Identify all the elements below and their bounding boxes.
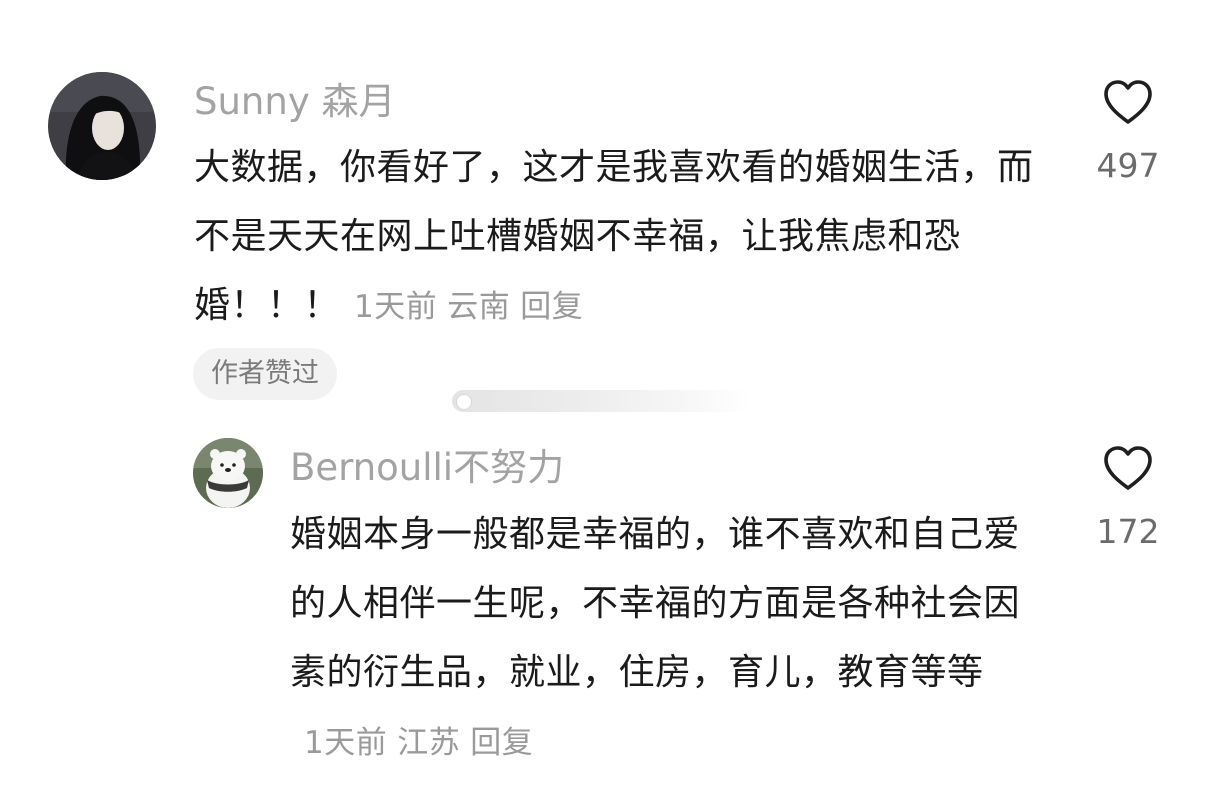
author-liked-badge: 作者赞过 xyxy=(193,348,337,400)
reply-item: Bernoulli不努力 婚姻本身一般都是幸福的，谁不喜欢和自己爱的人相伴一生呢… xyxy=(0,420,1206,792)
avatar[interactable] xyxy=(48,72,156,180)
comment-text: 婚姻本身一般都是幸福的，谁不喜欢和自己爱的人相伴一生呢，不幸福的方面是各种社会因… xyxy=(290,514,1021,693)
comment-time: 1天前 xyxy=(354,289,438,325)
comment-text: 大数据，你看好了，这才是我喜欢看的婚姻生活，而不是天天在网上吐槽婚姻不幸福，让我… xyxy=(194,147,1034,326)
heart-outline-icon xyxy=(1104,446,1152,490)
like-button[interactable]: 497 xyxy=(1088,78,1168,185)
collapsed-replies-bar[interactable] xyxy=(452,390,752,412)
reply-button[interactable]: 回复 xyxy=(520,289,583,325)
like-button[interactable]: 172 xyxy=(1088,444,1168,551)
avatar[interactable] xyxy=(193,438,263,508)
like-count: 172 xyxy=(1096,512,1160,551)
comment-location: 江苏 xyxy=(397,725,461,761)
comment-thread: Sunny 森月 大数据，你看好了，这才是我喜欢看的婚姻生活，而不是天天在网上吐… xyxy=(0,0,1206,792)
username[interactable]: Sunny 森月 xyxy=(194,78,396,126)
comment-item: Sunny 森月 大数据，你看好了，这才是我喜欢看的婚姻生活，而不是天天在网上吐… xyxy=(0,0,1206,420)
comment-body: 婚姻本身一般都是幸福的，谁不喜欢和自己爱的人相伴一生呢，不幸福的方面是各种社会因… xyxy=(290,500,1040,778)
comment-time: 1天前 xyxy=(304,725,388,761)
comment-location: 云南 xyxy=(447,289,511,325)
comment-meta: 1天前 云南 回复 xyxy=(354,289,593,325)
reply-button[interactable]: 回复 xyxy=(470,725,533,761)
comment-meta: 1天前 江苏 回复 xyxy=(304,725,543,761)
like-count: 497 xyxy=(1096,146,1160,185)
heart-outline-icon xyxy=(1104,80,1152,124)
username[interactable]: Bernoulli不努力 xyxy=(290,444,564,492)
comment-body: 大数据，你看好了，这才是我喜欢看的婚姻生活，而不是天天在网上吐槽婚姻不幸福，让我… xyxy=(194,133,1034,342)
